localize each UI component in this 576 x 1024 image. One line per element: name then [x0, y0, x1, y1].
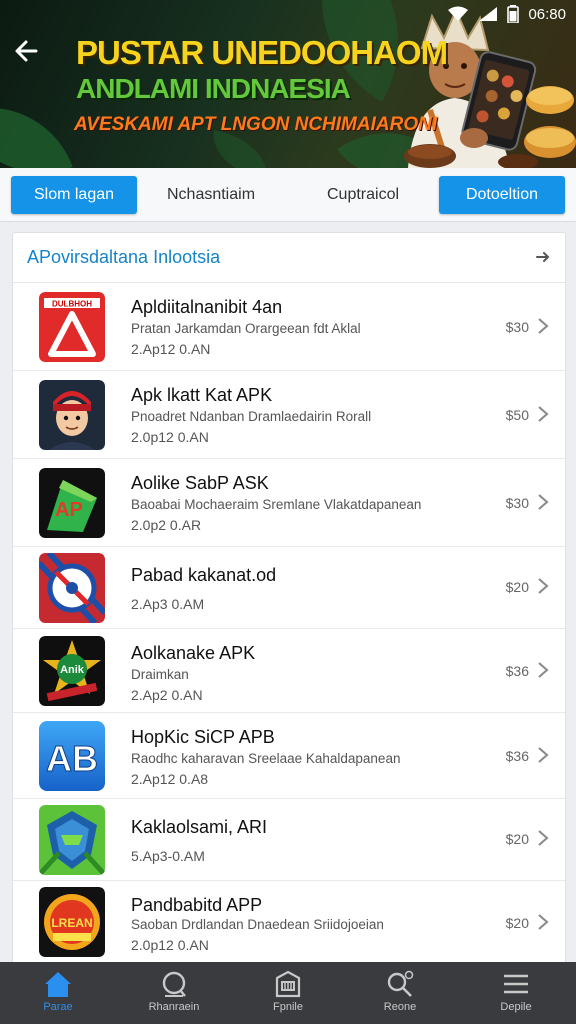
app-price: $30	[505, 495, 529, 511]
hero-banner: PUSTAR UNEDOOHAOM ANDLAMI INDNAESIA AVES…	[0, 0, 576, 168]
app-list-item[interactable]: DULBHOH Apldiitalnanibit 4an Pratan Jark…	[13, 283, 565, 371]
nav-label: Fpnile	[273, 1001, 303, 1013]
status-bar: 06:80	[447, 4, 566, 24]
nav-label: Parae	[43, 1001, 73, 1013]
green-a-app-icon: AP	[39, 468, 105, 538]
app-price: $20	[505, 579, 529, 595]
chevron-right-icon	[538, 747, 549, 763]
battery-icon	[507, 5, 520, 23]
banner-tagline: AVESKAMI APT LNGON NCHIMAIARONI	[74, 114, 438, 135]
chevron-right-icon	[538, 578, 549, 594]
icon-label: LREAN	[51, 916, 92, 930]
orange-badge-app-icon: LREAN	[39, 887, 105, 957]
chevron-right-icon	[538, 318, 549, 334]
app-description: Pratan Jarkamdan Orargeean fdt Aklal	[131, 321, 361, 336]
app-version: 2.0p12 0.AN	[131, 937, 209, 953]
nav-item-search[interactable]: Rhanraein	[124, 970, 224, 1020]
chevron-right-icon	[538, 406, 549, 422]
app-version: 2.0p12 0.AN	[131, 429, 209, 445]
app-price: $36	[505, 748, 529, 764]
app-price: $30	[505, 319, 529, 335]
app-name: Pandbabitd APP	[131, 895, 263, 915]
app-list-item[interactable]: AB HopKic SiCP APB Raodhc kaharavan Sree…	[13, 713, 565, 799]
app-price: $20	[505, 915, 529, 931]
app-list-item[interactable]: LREAN Pandbabitd APP Saoban Drdlandan Dn…	[13, 881, 565, 971]
home-icon	[45, 972, 71, 997]
nav-label: Depile	[500, 1001, 532, 1013]
nav-item-menu[interactable]: Depile	[466, 970, 566, 1020]
app-name: Aolike SabP ASK	[131, 473, 269, 493]
app-version: 2.Ap12 0.AN	[131, 341, 211, 357]
app-description: Baoabai Mochaeraim Sremlane Vlakatdapane…	[131, 497, 422, 512]
app-description: Saoban Drdlandan Dnaedean Sriidojoeian	[131, 917, 384, 932]
no-sign-app-icon	[39, 553, 105, 623]
app-list-item[interactable]: Kaklaolsami, ARI 5.Ap3-0.AM $20	[13, 799, 565, 881]
banner-title: PUSTAR UNEDOOHAOM	[76, 34, 448, 71]
bottom-navigation: Parae Rhanraein Fpnile Reone Depile	[0, 962, 576, 1024]
app-version: 2.Ap3 0.AM	[131, 596, 205, 612]
menu-icon	[504, 974, 528, 994]
app-description: Raodhc kaharavan Sreelaae Kahaldapanean	[131, 751, 401, 766]
palm-leaf-decoration	[0, 82, 73, 168]
tab-nchasntiaim[interactable]: Nchasntiaim	[148, 176, 274, 214]
app-name: Apk lkatt Kat APK	[131, 385, 273, 405]
app-list-item[interactable]: Pabad kakanat.od 2.Ap3 0.AM $20	[13, 547, 565, 629]
app-name: Pabad kakanat.od	[131, 565, 277, 585]
app-price: $36	[505, 663, 529, 679]
nav-item-store[interactable]: Fpnile	[238, 970, 338, 1020]
icon-label: DULBHOH	[52, 300, 92, 309]
cartoon-avatar-app-icon	[39, 380, 105, 450]
icon-label: Anik	[60, 664, 85, 676]
chevron-right-icon	[538, 914, 549, 930]
app-list-item[interactable]: Apk lkatt Kat APK Pnoadret Ndanban Draml…	[13, 371, 565, 459]
nav-label: Reone	[383, 1001, 417, 1013]
icon-label: AP	[55, 499, 83, 521]
app-list-item[interactable]: AP Aolike SabP ASK Baoabai Mochaeraim Sr…	[13, 459, 565, 547]
app-description: Draimkan	[131, 667, 189, 682]
green-shield-app-icon	[39, 805, 105, 875]
nav-label: Rhanraein	[148, 1001, 200, 1013]
app-name: Aolkanake APK	[131, 643, 256, 663]
back-arrow-icon[interactable]	[10, 34, 44, 68]
app-list-item[interactable]: Anik Aolkanake APK Draimkan 2.Ap2 0.AN $…	[13, 629, 565, 713]
app-price: $20	[505, 831, 529, 847]
app-version: 2.Ap2 0.AN	[131, 687, 203, 703]
section-title: APovirsdaltana Inlootsia	[27, 247, 221, 267]
app-description: Pnoadret Ndanban Dramlaedairin Rorall	[131, 409, 372, 424]
app-version: 2.0p2 0.AR	[131, 517, 202, 533]
nav-item-home[interactable]: Parae	[8, 970, 108, 1020]
promo-illustration	[404, 7, 576, 168]
app-version: 2.Ap12 0.A8	[131, 771, 209, 787]
app-price: $50	[505, 407, 529, 423]
banner-subtitle: ANDLAMI INDNAESIA	[76, 73, 351, 104]
app-list-card: APovirsdaltana Inlootsia DULBHOH Apldiit…	[12, 232, 566, 972]
category-tabs: Slom lagan Nchasntiaim Cuptraicol Dotoel…	[0, 168, 576, 222]
app-version: 5.Ap3-0.AM	[131, 848, 205, 864]
icon-label: AB	[46, 738, 98, 779]
chevron-right-icon	[538, 830, 549, 846]
magnifier-icon	[387, 970, 414, 997]
app-name: Apldiitalnanibit 4an	[131, 297, 283, 317]
gold-star-badge-app-icon: Anik	[39, 636, 105, 706]
tab-cuptraicol[interactable]: Cuptraicol	[300, 176, 426, 214]
clock: 06:80	[528, 5, 566, 23]
search-circle-icon	[162, 971, 186, 997]
arrow-right-icon[interactable]	[535, 249, 551, 265]
chevron-right-icon	[538, 494, 549, 510]
wifi-icon	[448, 6, 469, 21]
chevron-right-icon	[538, 662, 549, 678]
blue-ab-app-icon: AB	[39, 721, 105, 791]
nav-item-explore[interactable]: Reone	[350, 970, 450, 1020]
red-triangle-app-icon: DULBHOH	[39, 292, 105, 362]
tab-dotoeltion[interactable]: Dotoeltion	[439, 176, 565, 214]
section-header[interactable]: APovirsdaltana Inlootsia	[13, 233, 565, 283]
store-icon	[275, 970, 301, 998]
app-name: Kaklaolsami, ARI	[131, 817, 268, 837]
signal-icon	[479, 7, 498, 21]
app-name: HopKic SiCP APB	[131, 727, 275, 747]
tab-slom-lagan[interactable]: Slom lagan	[11, 176, 137, 214]
